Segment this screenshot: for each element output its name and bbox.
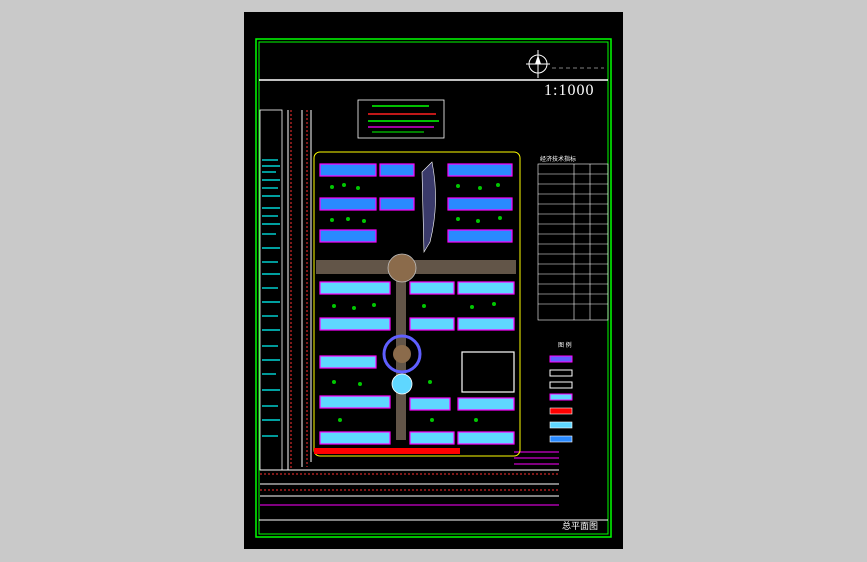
landscape-trees bbox=[330, 183, 502, 422]
scale-label: 1:1000 bbox=[544, 82, 595, 99]
legend-title: 图 例 bbox=[558, 343, 572, 349]
residential-buildings bbox=[319, 163, 515, 445]
cyan-section-lines bbox=[262, 159, 280, 437]
left-strip bbox=[259, 109, 283, 471]
drawing-title: 总平面图 bbox=[562, 521, 599, 531]
indicator-table bbox=[537, 163, 609, 321]
south-road bbox=[260, 451, 559, 506]
west-road bbox=[287, 110, 312, 470]
cad-viewport[interactable]: 1:1000 经济技术指标 图 例 总平面图 bbox=[244, 12, 623, 549]
indicator-table-title: 经济技术指标 bbox=[540, 157, 577, 163]
south-red-wall bbox=[314, 448, 460, 454]
fountain bbox=[391, 373, 413, 395]
north-arrow-icon bbox=[526, 50, 550, 78]
central-plaza bbox=[387, 253, 417, 283]
park-green bbox=[421, 161, 436, 254]
legend-swatches bbox=[549, 355, 573, 443]
